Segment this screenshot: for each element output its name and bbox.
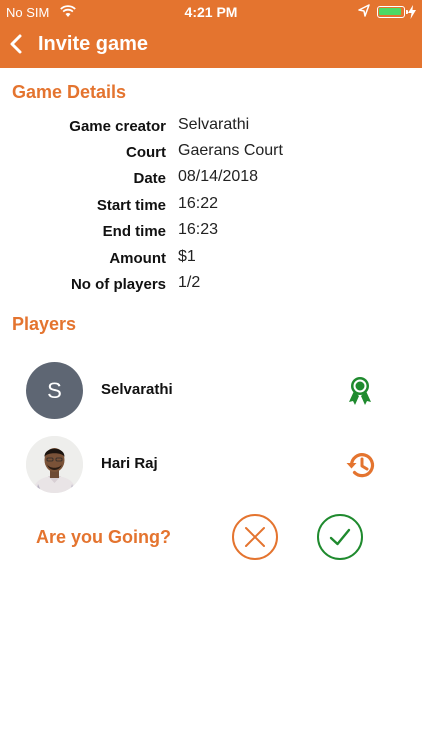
- player-photo: [26, 436, 83, 493]
- detail-value: Gaerans Court: [178, 142, 283, 159]
- avatar: [26, 436, 83, 493]
- page-title: Invite game: [38, 33, 149, 55]
- award-ribbon-icon: [349, 377, 371, 405]
- detail-row-game-creator: Game creator Selvarathi: [0, 116, 422, 142]
- player-name: Hari Raj: [101, 455, 158, 472]
- detail-label: Amount: [109, 250, 166, 267]
- detail-label: End time: [102, 223, 166, 240]
- nav-bar: Invite game: [0, 24, 422, 68]
- detail-value: 16:22: [178, 195, 219, 212]
- detail-row-end-time: End time 16:23: [0, 221, 422, 247]
- back-chevron-icon[interactable]: [8, 33, 24, 55]
- detail-label: Start time: [96, 197, 166, 214]
- detail-value: 08/14/2018: [178, 168, 259, 185]
- game-details-heading: Game Details: [12, 82, 127, 102]
- detail-row-no-of-players: No of players 1/2: [0, 274, 422, 300]
- detail-row-court: Court Gaerans Court: [0, 142, 422, 168]
- player-name: Selvarathi: [101, 381, 173, 398]
- charging-bolt-icon: [408, 5, 416, 19]
- accept-button[interactable]: [317, 514, 363, 560]
- detail-row-amount: Amount $1: [0, 248, 422, 274]
- detail-value: 16:23: [178, 221, 219, 238]
- detail-value: 1/2: [178, 274, 201, 291]
- avatar: S: [26, 362, 83, 419]
- location-arrow-icon: [358, 4, 370, 17]
- detail-label: Date: [133, 170, 166, 187]
- check-icon: [329, 528, 351, 546]
- player-row: Hari Raj: [0, 436, 422, 494]
- detail-row-start-time: Start time 16:22: [0, 195, 422, 221]
- detail-value: $1: [178, 248, 196, 265]
- detail-value: Selvarathi: [178, 116, 250, 133]
- detail-row-date: Date 08/14/2018: [0, 168, 422, 194]
- close-icon: [245, 527, 265, 547]
- decline-button[interactable]: [232, 514, 278, 560]
- status-bar: No SIM 4:21 PM: [0, 0, 422, 24]
- detail-label: No of players: [70, 276, 166, 293]
- history-icon: [346, 453, 375, 478]
- players-heading: Players: [12, 314, 77, 334]
- are-you-going-label: Are you Going?: [36, 527, 171, 547]
- player-row: S Selvarathi: [0, 362, 422, 420]
- battery-icon: [377, 6, 408, 18]
- detail-label: Game creator: [69, 118, 166, 135]
- detail-label: Court: [126, 144, 166, 161]
